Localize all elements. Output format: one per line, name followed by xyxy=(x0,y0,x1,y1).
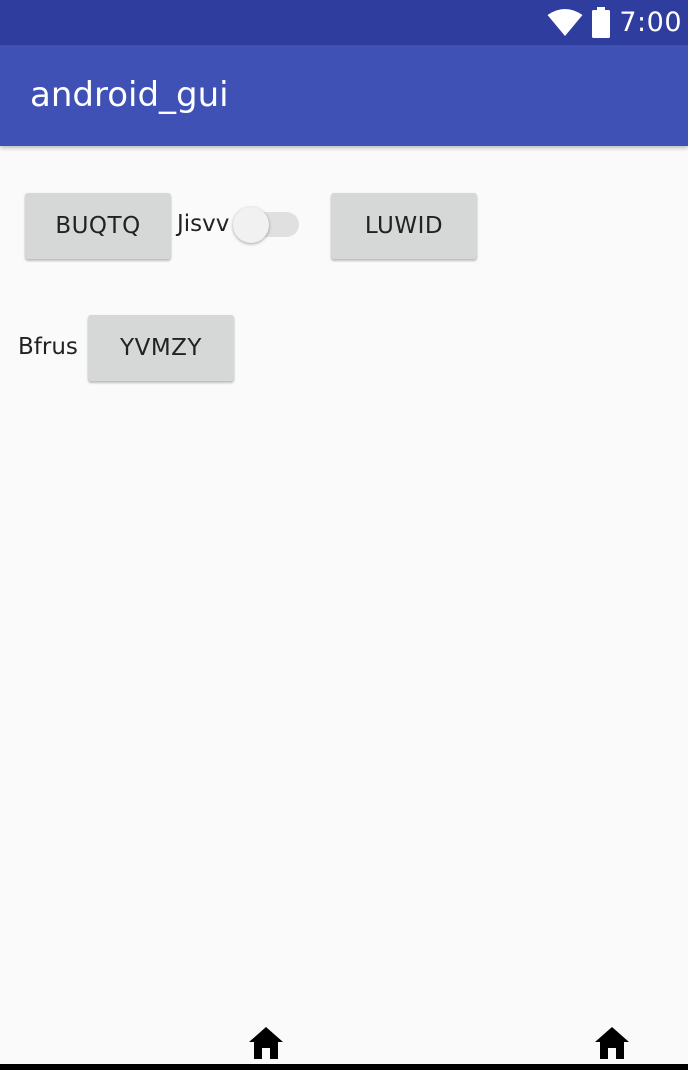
home-icon[interactable] xyxy=(248,1026,284,1060)
app-bar: android_gui xyxy=(0,45,688,146)
yvmzy-button[interactable]: YVMZY xyxy=(88,315,234,381)
bottom-bar xyxy=(0,1064,688,1070)
status-icons: 7:00 xyxy=(547,0,682,45)
switch-thumb[interactable] xyxy=(233,207,269,243)
switch-label: Jisvv xyxy=(177,211,230,237)
home-icon[interactable] xyxy=(594,1026,630,1060)
status-bar: 7:00 xyxy=(0,0,688,45)
battery-icon xyxy=(591,7,611,38)
app-title: android_gui xyxy=(30,75,229,115)
bfrus-label: Bfrus xyxy=(18,334,78,360)
buqtq-button[interactable]: BUQTQ xyxy=(25,193,171,259)
luwid-button[interactable]: LUWID xyxy=(331,193,477,259)
status-time: 7:00 xyxy=(619,7,682,38)
wifi-icon xyxy=(547,8,583,37)
